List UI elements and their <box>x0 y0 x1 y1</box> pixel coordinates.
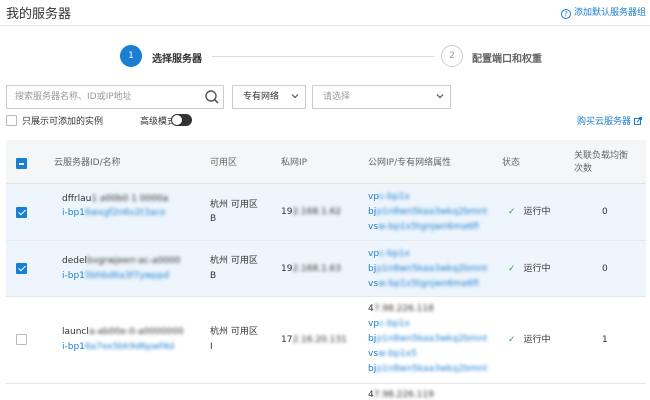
buy-ecs-link[interactable]: 购买云服务器 <box>577 114 642 127</box>
table-header: 云服务器ID/名称 可用区 私网IP 公网IP/专有网络属性 状态 关联负载均衡… <box>6 140 646 184</box>
network-type-select[interactable]: 专有网络 <box>232 85 306 109</box>
public-ip-line[interactable]: bjp1n8wn5kaa3wkq2bmnt <box>368 362 487 376</box>
check-icon: ✓ <box>508 207 516 217</box>
column-header-slb-count: 关联负载均衡 次数 <box>574 150 628 176</box>
network-type-value: 专有网络 <box>243 92 280 102</box>
buy-ecs-label: 购买云服务器 <box>576 117 631 127</box>
column-header-status: 状态 <box>502 158 521 168</box>
page-title: 我的服务器 <box>6 7 72 22</box>
zone-line2: B <box>210 271 217 281</box>
zone-line2: I <box>210 342 213 352</box>
toggle-knob <box>172 115 182 125</box>
search-box <box>6 85 224 109</box>
private-ip: 192.168.1.63 <box>281 264 342 274</box>
search-icon <box>205 90 219 104</box>
step-indicator: 1 选择服务器 2 配置端口和权重 <box>0 40 650 74</box>
column-header-slb-count-line1: 关联负载均衡 <box>574 151 629 161</box>
step-connector <box>212 56 434 57</box>
column-header-private-ip: 私网IP <box>281 158 308 168</box>
advanced-mode-toggle[interactable] <box>171 114 192 126</box>
public-ip-line[interactable]: vpc-bp1x <box>368 317 410 331</box>
instance-id-link[interactable]: i-bp16wxgf2n6v2t3ace <box>62 206 166 220</box>
slb-count: 1 <box>602 335 608 345</box>
search-button[interactable] <box>201 86 223 108</box>
private-ip: 172.16.20.131 <box>281 335 347 345</box>
public-ip-line[interactable]: vpc-bp1x <box>368 247 410 261</box>
public-ip-address: 47.98.226.119 <box>368 390 434 400</box>
only-addable-checkbox[interactable] <box>6 115 17 126</box>
row-checkbox[interactable] <box>16 263 27 274</box>
table-row[interactable]: 47.98.226.119 <box>6 384 646 400</box>
public-ip-address: 47.98.226.118 <box>368 304 434 314</box>
table-row[interactable]: dffrlau1 a00b0 1 0000a i-bp16wxgf2n6v2t3… <box>6 184 646 241</box>
public-ip-line[interactable]: vsw-bp1x5 <box>368 347 417 361</box>
zone-line1: 杭州 可用区 <box>210 327 258 337</box>
chevron-down-icon <box>436 94 444 99</box>
vpc-select-placeholder: 请选择 <box>323 92 351 102</box>
public-ip-line[interactable]: vpc-bp1x <box>368 190 410 204</box>
zone-line2: B <box>210 214 217 224</box>
table-row[interactable]: launcla-ab00e-0-a0000000 i-bp16a7ex5bk9d… <box>6 297 646 384</box>
page-header: 我的服务器 ? 添加默认服务器组 <box>0 0 650 26</box>
step-1-number: 1 <box>120 45 142 67</box>
external-link-icon <box>634 117 642 125</box>
row-checkbox[interactable] <box>16 334 27 345</box>
status-text: 运行中 <box>523 264 551 274</box>
instance-name: dedelbvgrwjeerr-ac-a0000 <box>62 256 181 266</box>
only-addable-label: 只展示可添加的实例 <box>22 117 104 127</box>
public-ip-line[interactable]: bjp1n8wn5kaa3wkq2bmnt <box>368 262 487 276</box>
instance-id-link[interactable]: i-bp15bhbd6a3f7ywppd <box>62 269 169 283</box>
table-row[interactable]: dedelbvgrwjeerr-ac-a0000 i-bp15bhbd6a3f7… <box>6 241 646 297</box>
status-cell: ✓ 运行中 <box>508 205 551 219</box>
step-2-label: 配置端口和权重 <box>472 54 542 65</box>
status-text: 运行中 <box>523 207 551 217</box>
column-header-slb-count-line2: 次数 <box>574 164 593 174</box>
search-input[interactable] <box>7 86 203 108</box>
vpc-select[interactable]: 请选择 <box>312 85 451 109</box>
check-icon: ✓ <box>508 264 516 274</box>
public-ip-line[interactable]: vsw-bp1x5tgnjwn6ma6fl <box>368 277 479 291</box>
instance-name: launcla-ab00e-0-a0000000 <box>62 327 184 337</box>
status-cell: ✓ 运行中 <box>508 262 551 276</box>
step-2-number: 2 <box>441 45 463 67</box>
public-ip-line[interactable]: bjp1n8wn5kaa3wkq2bmnt <box>368 332 487 346</box>
public-ip-line[interactable]: bjp1n8wn5kaa3wkq2bmnt <box>368 205 487 219</box>
help-link-label: 添加默认服务器组 <box>573 8 646 18</box>
column-header-public-ip: 公网IP/专有网络属性 <box>368 158 452 168</box>
options-row: 只展示可添加的实例 高级模式 购买云服务器 <box>6 114 646 128</box>
private-ip: 192.168.1.62 <box>281 207 342 217</box>
slb-count: 0 <box>602 207 608 217</box>
instance-name: dffrlau1 a00b0 1 0000a <box>62 194 169 204</box>
help-icon: ? <box>560 9 571 19</box>
column-header-instance: 云服务器ID/名称 <box>54 158 121 168</box>
slb-count: 0 <box>602 264 608 274</box>
select-all-checkbox[interactable] <box>16 158 27 169</box>
zone-line1: 杭州 可用区 <box>210 256 258 266</box>
server-table: 云服务器ID/名称 可用区 私网IP 公网IP/专有网络属性 状态 关联负载均衡… <box>6 140 646 400</box>
zone-line1: 杭州 可用区 <box>210 200 258 210</box>
step-1-label: 选择服务器 <box>152 54 202 65</box>
public-ip-line[interactable]: vsw-bp1x5tgnjwn6ma6fl <box>368 220 479 234</box>
check-icon: ✓ <box>508 335 516 345</box>
instance-id-link[interactable]: i-bp16a7ex5bk9d6pwf4d <box>62 340 174 354</box>
row-checkbox[interactable] <box>16 207 27 218</box>
column-header-zone: 可用区 <box>210 158 238 168</box>
status-text: 运行中 <box>523 335 551 345</box>
add-default-server-group-link[interactable]: ? 添加默认服务器组 <box>560 5 646 19</box>
chevron-down-icon <box>291 94 299 99</box>
status-cell: ✓ 运行中 <box>508 333 551 347</box>
